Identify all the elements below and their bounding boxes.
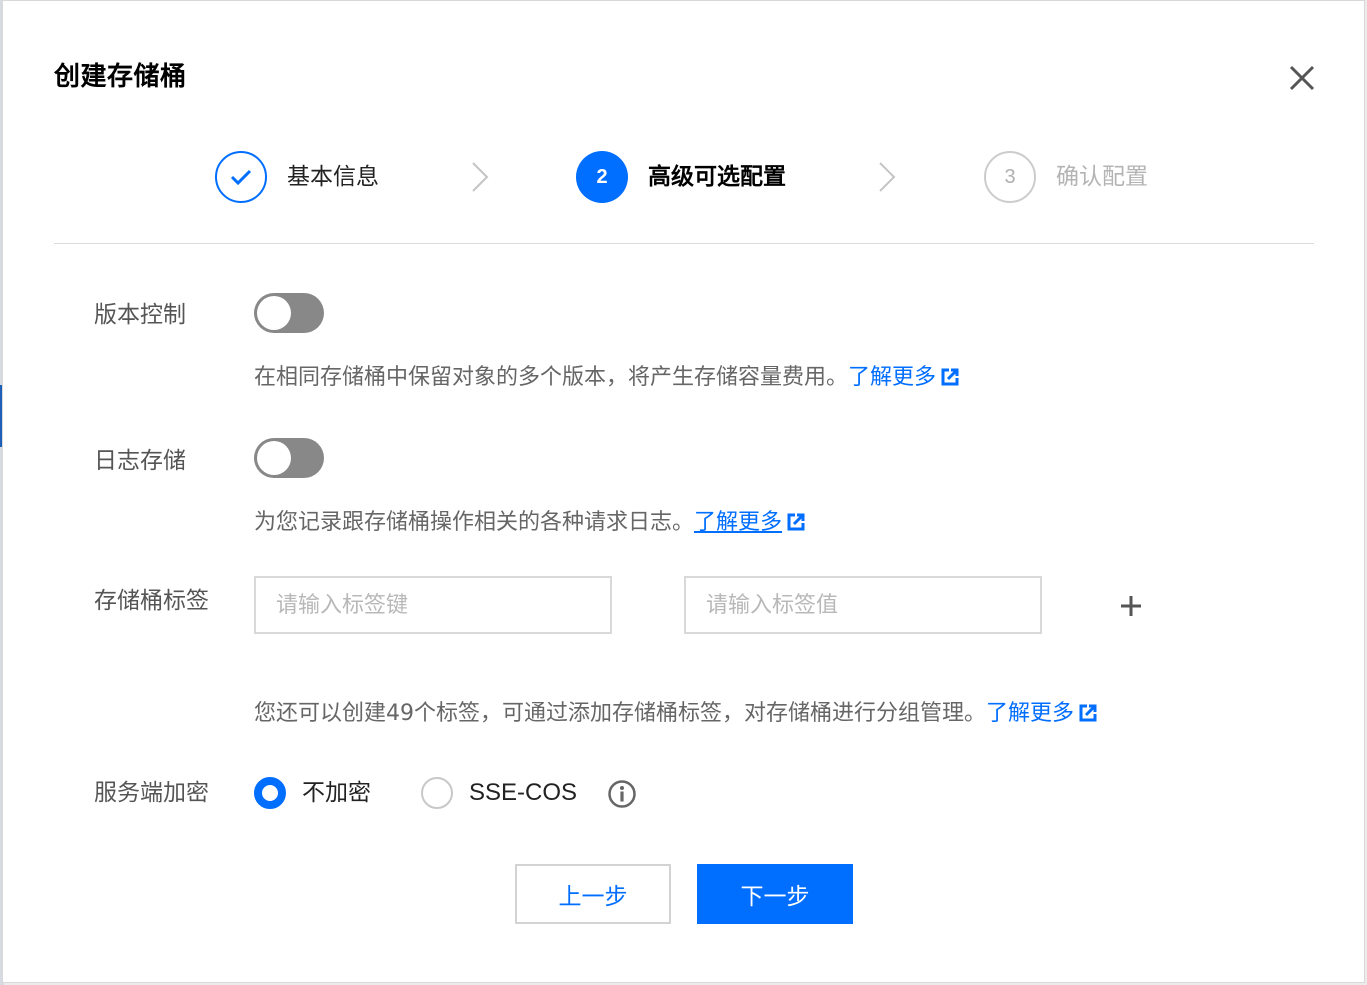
logging-description-text: 为您记录跟存储桶操作相关的各种请求日志。 xyxy=(254,510,695,535)
stepper: 基本信息 2 高级可选配置 3 确认配置 xyxy=(3,149,1366,205)
tags-learn-more-link[interactable]: 了解更多 xyxy=(986,701,1098,726)
tag-key-input[interactable] xyxy=(254,576,612,634)
close-icon[interactable] xyxy=(1285,61,1319,95)
step-1-check-icon xyxy=(215,151,267,203)
radio-no-encryption[interactable] xyxy=(254,777,286,809)
step-advanced-config: 2 高级可选配置 xyxy=(576,149,786,205)
radio-sse-cos[interactable] xyxy=(421,777,453,809)
chevron-right-icon xyxy=(472,162,489,192)
add-tag-plus-icon[interactable] xyxy=(1118,593,1144,619)
radio-no-encryption-label[interactable]: 不加密 xyxy=(302,777,371,809)
tags-label: 存储桶标签 xyxy=(94,588,209,614)
logging-learn-more-link[interactable]: 了解更多 xyxy=(694,510,782,535)
versioning-description-text: 在相同存储桶中保留对象的多个版本，将产生存储容量费用。 xyxy=(254,365,849,390)
step-2-label: 高级可选配置 xyxy=(648,164,786,190)
info-icon[interactable] xyxy=(607,779,637,809)
step-3-number: 3 xyxy=(984,151,1036,203)
external-link-icon xyxy=(1079,704,1097,722)
step-confirm-config: 3 确认配置 xyxy=(984,149,1148,205)
previous-step-button[interactable]: 上一步 xyxy=(515,864,671,924)
dialog-title: 创建存储桶 xyxy=(54,62,187,92)
logging-description: 为您记录跟存储桶操作相关的各种请求日志。了解更多 xyxy=(254,507,806,539)
step-basic-info: 基本信息 xyxy=(215,149,379,205)
versioning-label: 版本控制 xyxy=(94,302,186,328)
tag-value-input[interactable] xyxy=(684,576,1042,634)
logging-toggle[interactable] xyxy=(254,438,324,478)
versioning-toggle[interactable] xyxy=(254,293,324,333)
toggle-knob xyxy=(257,296,291,330)
external-link-icon xyxy=(787,513,805,531)
chevron-right-icon xyxy=(879,162,896,192)
create-bucket-dialog: 创建存储桶 基本信息 2 高级可选配置 3 确认配置 版本控制 在相同存储桶中保… xyxy=(2,0,1365,983)
versioning-description: 在相同存储桶中保留对象的多个版本，将产生存储容量费用。了解更多 xyxy=(254,362,960,394)
step-2-number: 2 xyxy=(576,151,628,203)
step-1-label: 基本信息 xyxy=(287,164,379,190)
tags-description-text: 您还可以创建49个标签，可通过添加存储桶标签，对存储桶进行分组管理。 xyxy=(254,701,986,726)
versioning-learn-more-link[interactable]: 了解更多 xyxy=(848,365,960,390)
external-link-icon xyxy=(941,368,959,386)
tags-description: 您还可以创建49个标签，可通过添加存储桶标签，对存储桶进行分组管理。了解更多 xyxy=(254,698,1098,730)
radio-sse-cos-label[interactable]: SSE-COS xyxy=(469,777,577,809)
step-3-label: 确认配置 xyxy=(1056,164,1148,190)
encryption-label: 服务端加密 xyxy=(94,780,209,806)
header-divider xyxy=(54,243,1314,244)
toggle-knob xyxy=(257,441,291,475)
logging-label: 日志存储 xyxy=(94,448,186,474)
next-step-button[interactable]: 下一步 xyxy=(697,864,853,924)
